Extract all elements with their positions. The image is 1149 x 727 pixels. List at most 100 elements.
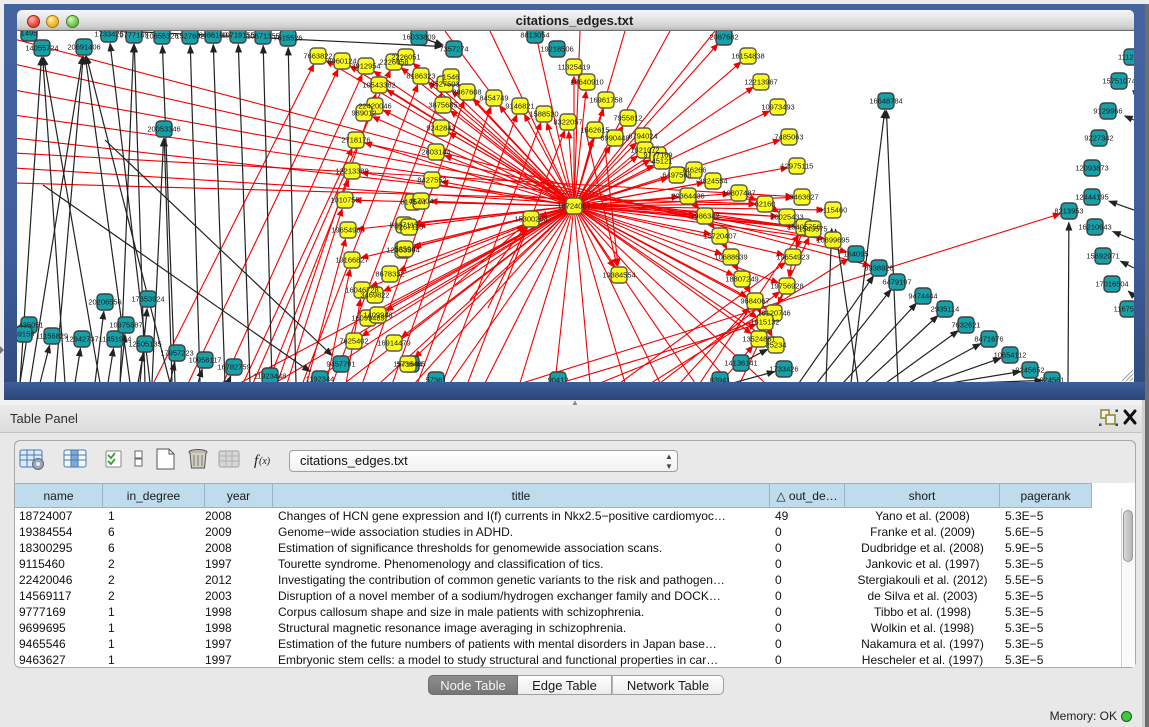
svg-text:2867608: 2867608 (452, 88, 481, 97)
svg-text:1409948: 1409948 (363, 311, 392, 320)
svg-text:9242843: 9242843 (426, 124, 455, 133)
svg-text:45121: 45121 (652, 157, 673, 166)
svg-text:15751074: 15751074 (1102, 77, 1134, 86)
svg-text:17016504: 17016504 (1095, 280, 1128, 289)
svg-text:15300203: 15300203 (514, 215, 547, 224)
svg-text:3912954: 3912954 (351, 62, 380, 71)
svg-text:11451944: 11451944 (99, 335, 132, 344)
svg-text:1112433: 1112433 (1118, 53, 1134, 62)
svg-text:1435051: 1435051 (17, 321, 44, 330)
svg-text:19756928: 19756928 (770, 282, 803, 291)
svg-text:1167533: 1167533 (1114, 305, 1134, 314)
svg-text:6479197: 6479197 (882, 278, 911, 287)
svg-text:7515526: 7515526 (273, 34, 302, 43)
svg-text:20206556: 20206556 (88, 298, 121, 307)
svg-text:1615132: 1615132 (750, 318, 779, 327)
svg-text:8454749: 8454749 (479, 94, 508, 103)
svg-text:16210643: 16210643 (1078, 223, 1111, 232)
svg-text:17353924: 17353924 (131, 295, 164, 304)
svg-text:10655326: 10655326 (145, 32, 178, 41)
svg-text:12093873: 12093873 (1075, 164, 1108, 173)
svg-text:164095: 164095 (843, 250, 868, 259)
svg-text:12505135: 12505135 (128, 340, 161, 349)
svg-text:6794024: 6794024 (628, 132, 657, 141)
svg-text:9457791: 9457791 (326, 360, 355, 369)
svg-text:9245652: 9245652 (1015, 366, 1044, 375)
svg-text:8938928: 8938928 (864, 264, 893, 273)
svg-text:7632621: 7632621 (951, 321, 980, 330)
svg-text:2718176: 2718176 (341, 136, 370, 145)
svg-text:19654985: 19654985 (331, 226, 364, 235)
svg-text:1549575: 1549575 (798, 225, 827, 234)
svg-text:2087682: 2087682 (709, 33, 738, 42)
svg-text:10025433: 10025433 (770, 213, 803, 222)
svg-text:10654112: 10654112 (994, 351, 1027, 360)
svg-text:14136141: 14136141 (724, 359, 757, 368)
svg-text:3875685: 3875685 (428, 101, 457, 110)
svg-text:18807249: 18807249 (725, 275, 758, 284)
svg-text:53594: 53594 (395, 245, 416, 254)
svg-text:12975115: 12975115 (781, 162, 814, 171)
svg-text:7955812: 7955812 (613, 114, 642, 123)
svg-text:16033809: 16033809 (402, 33, 435, 42)
svg-text:10688639: 10688639 (714, 253, 747, 262)
svg-text:9777169: 9777169 (119, 31, 148, 40)
svg-text:11923448: 11923448 (254, 372, 287, 381)
svg-text:3824554: 3824554 (698, 177, 727, 186)
svg-text:8990448: 8990448 (600, 134, 629, 143)
svg-text:9684067: 9684067 (740, 297, 769, 306)
svg-text:18640910: 18640910 (570, 78, 603, 87)
svg-text:8322057: 8322057 (553, 118, 582, 127)
svg-text:8427552: 8427552 (417, 176, 446, 185)
svg-text:11156829: 11156829 (36, 332, 68, 341)
svg-text:1010755: 1010755 (330, 196, 359, 205)
svg-text:10975887: 10975887 (109, 321, 142, 330)
svg-text:39159: 39159 (17, 330, 34, 339)
svg-text:16154838: 16154838 (731, 52, 764, 61)
svg-text:16782759: 16782759 (217, 363, 250, 372)
svg-text:19463627: 19463627 (785, 193, 818, 202)
svg-text:19166827: 19166827 (335, 256, 368, 265)
svg-text:8813054: 8813054 (520, 31, 549, 40)
svg-text:16648784: 16648784 (869, 97, 902, 106)
svg-text:8213953: 8213953 (1054, 207, 1083, 216)
svg-text:12213967: 12213967 (744, 78, 777, 87)
svg-text:16961758: 16961758 (589, 96, 622, 105)
svg-text:11325419: 11325419 (558, 63, 591, 72)
svg-text:19218506: 19218506 (540, 45, 573, 54)
svg-text:9474444: 9474444 (908, 292, 937, 301)
svg-text:9115460: 9115460 (819, 206, 848, 215)
svg-text:2803144: 2803144 (421, 148, 450, 157)
svg-text:3267110: 3267110 (395, 223, 424, 232)
svg-text:62160: 62160 (755, 200, 776, 209)
svg-text:1733426: 1733426 (769, 365, 798, 374)
svg-text:14055724: 14055724 (25, 44, 58, 53)
svg-text:9129966: 9129966 (1093, 107, 1122, 116)
svg-text:25234: 25234 (766, 341, 787, 350)
svg-text:417004: 417004 (408, 197, 433, 206)
svg-text:16914479: 16914479 (377, 339, 410, 348)
svg-text:6497568: 6497568 (662, 171, 691, 180)
svg-text:10899695: 10899695 (816, 236, 849, 245)
svg-text:12213389: 12213389 (335, 167, 368, 176)
svg-text:2935114: 2935114 (931, 305, 960, 314)
svg-text:15692971: 15692971 (1086, 252, 1119, 261)
svg-text:15720407: 15720407 (703, 232, 736, 241)
svg-text:1571644: 1571644 (393, 360, 422, 369)
svg-text:20053346: 20053346 (147, 125, 180, 134)
svg-text:12942737: 12942737 (65, 335, 98, 344)
svg-text:7485063: 7485063 (774, 133, 803, 142)
svg-text:989012: 989012 (351, 109, 376, 118)
svg-text:10973493: 10973493 (761, 103, 794, 112)
svg-text:1495: 1495 (21, 31, 38, 38)
svg-text:18724007: 18724007 (557, 202, 590, 211)
svg-text:7625402: 7625402 (339, 337, 368, 346)
svg-text:20691406: 20691406 (67, 43, 100, 52)
svg-text:16120746: 16120746 (757, 309, 790, 318)
svg-text:19384554: 19384554 (602, 271, 635, 280)
svg-text:1192344: 1192344 (306, 375, 335, 383)
svg-text:7986342: 7986342 (690, 212, 719, 221)
svg-text:12444195: 12444195 (1075, 193, 1108, 202)
svg-text:10807487: 10807487 (722, 189, 755, 198)
svg-text:2226051: 2226051 (391, 53, 420, 62)
